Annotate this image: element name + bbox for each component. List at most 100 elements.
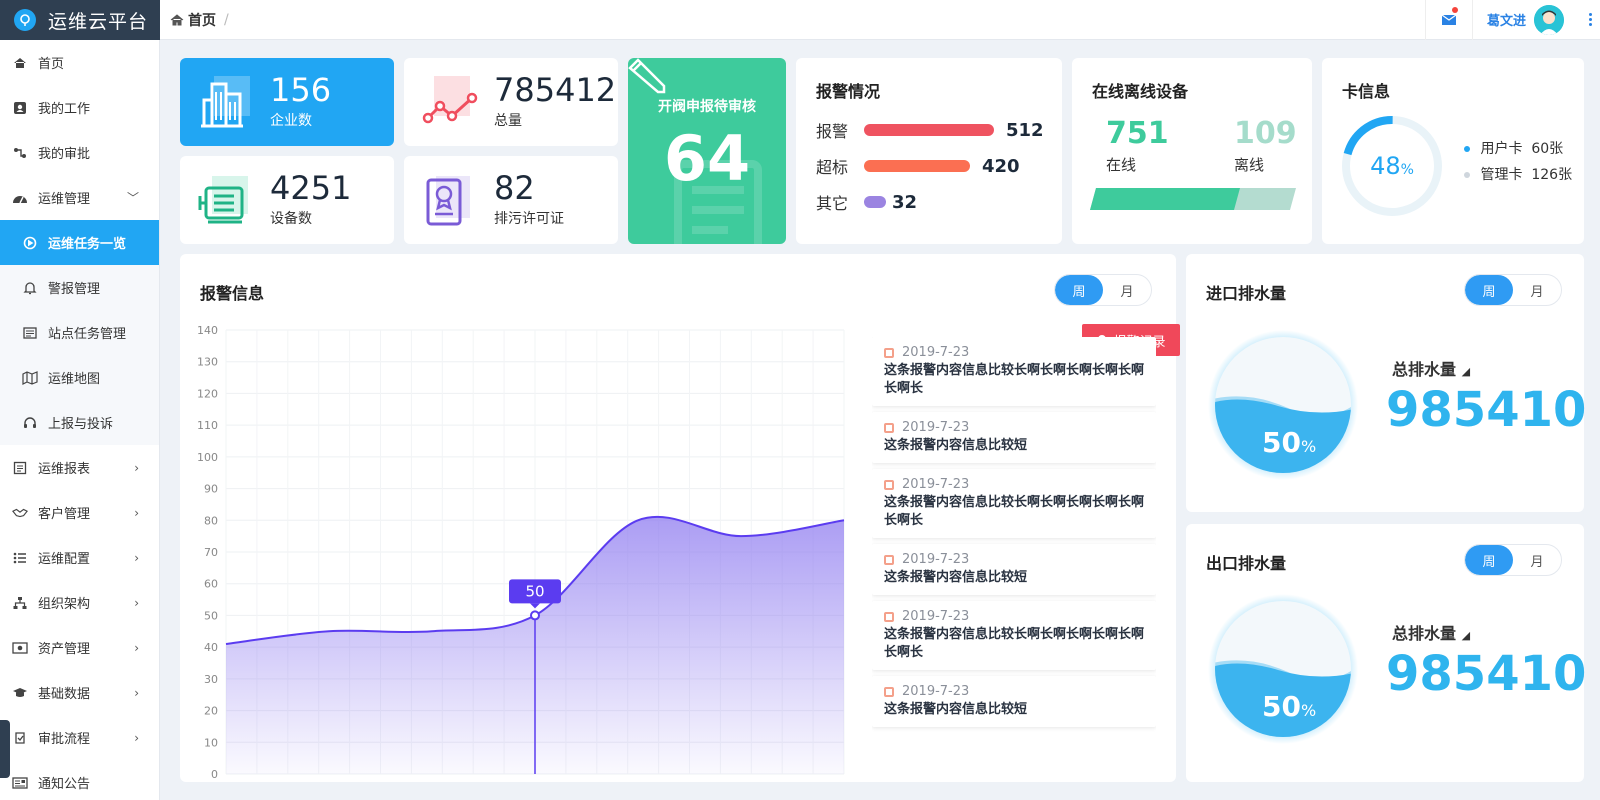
y-tick-label: 120 [197, 387, 218, 400]
y-tick-label: 10 [204, 736, 218, 749]
tab-week[interactable]: 周 [1055, 275, 1103, 305]
total-count-label: 总量 [494, 113, 522, 129]
online-device-title: 在线离线设备 [1092, 82, 1189, 101]
y-tick-label: 30 [204, 673, 218, 686]
document-watermark-icon [674, 160, 762, 244]
sidebar-item-ops-task-overview[interactable]: 运维任务一览 [0, 220, 159, 265]
sidebar-item-customer[interactable]: 客户管理 › [0, 490, 159, 535]
total-count-card[interactable]: 785412 总量 [404, 58, 618, 146]
tab-week[interactable]: 周 [1465, 275, 1513, 305]
headset-icon [22, 416, 38, 430]
list-item[interactable]: 2019-7-23 这条报警内容信息比较短 [872, 412, 1156, 463]
online-device-card: 在线离线设备 751 在线 109 离线 [1072, 58, 1312, 244]
app-title: 运维云平台 [48, 10, 149, 33]
alarm-status-row: 报警 512 [816, 119, 1044, 142]
list-item[interactable]: 2019-7-23 这条报警内容信息比较短 [872, 544, 1156, 595]
outlet-total-label: 总排水量 ◢ [1392, 624, 1471, 643]
y-tick-label: 90 [204, 483, 218, 496]
enterprise-count-card[interactable]: 156 企业数 [180, 58, 394, 146]
tab-month[interactable]: 月 [1103, 275, 1151, 305]
username[interactable]: 葛文进 [1487, 10, 1526, 29]
logo-icon [14, 9, 36, 31]
notification-dot [1451, 6, 1458, 13]
breadcrumb-separator: / [224, 11, 229, 28]
sidebar-item-site-task[interactable]: 站点任务管理 [0, 310, 159, 355]
list-item[interactable]: 2019-7-23 这条报警内容信息比较长啊长啊长啊长啊长啊长啊长 [872, 469, 1156, 538]
y-tick-label: 80 [204, 514, 218, 527]
sidebar-item-my-approval[interactable]: 我的审批 [0, 130, 159, 175]
more-menu-icon[interactable] [1580, 13, 1600, 26]
user-card-icon [12, 101, 28, 115]
device-count-card[interactable]: 4251 设备数 [180, 156, 394, 244]
config-list-icon [12, 551, 28, 565]
tab-month[interactable]: 月 [1513, 545, 1561, 575]
sidebar-item-ops-report[interactable]: 运维报表 › [0, 445, 159, 490]
calendar-icon [884, 611, 894, 622]
tab-week[interactable]: 周 [1465, 545, 1513, 575]
sidebar-item-report-complaint[interactable]: 上报与投诉 [0, 400, 159, 445]
map-icon [22, 370, 38, 385]
alarm-record-list[interactable]: 2019-7-23 这条报警内容信息比较长啊长啊长啊长啊长啊长啊长 2019-7… [872, 337, 1156, 761]
sidebar-item-approval-flow[interactable]: 审批流程 › [0, 715, 159, 760]
approval-icon [12, 731, 28, 745]
y-tick-label: 50 [204, 609, 218, 622]
list-item[interactable]: 2019-7-23 这条报警内容信息比较长啊长啊长啊长啊长啊长啊长 [872, 337, 1156, 406]
sidebar-item-ops-management[interactable]: 运维管理 ﹀ [0, 175, 159, 220]
y-tick-label: 70 [204, 546, 218, 559]
report-icon [12, 461, 28, 475]
device-count-label: 设备数 [270, 211, 312, 227]
list-item[interactable]: 2019-7-23 这条报警内容信息比较短 [872, 676, 1156, 727]
bell-icon [22, 281, 38, 295]
permit-count-card[interactable]: 82 排污许可证 [404, 156, 618, 244]
mortarboard-icon [12, 686, 28, 700]
alarm-info-title: 报警信息 [200, 284, 265, 303]
pending-review-card[interactable]: 开阀申报待审核 64 [628, 58, 786, 244]
chevron-right-icon: › [134, 550, 139, 565]
y-tick-label: 60 [204, 578, 218, 591]
breadcrumb-home[interactable]: 首页 [188, 10, 216, 30]
triangle-icon: ◢ [1461, 365, 1471, 378]
outlet-total-value: 985410 [1386, 646, 1587, 702]
handshake-icon [12, 506, 28, 520]
sidebar-item-home[interactable]: 首页 [0, 40, 159, 85]
alarm-status-title: 报警情况 [816, 82, 881, 101]
sidebar-item-notice[interactable]: 通知公告 [0, 760, 159, 800]
sidebar-item-base-data[interactable]: 基础数据 › [0, 670, 159, 715]
y-tick-label: 100 [197, 451, 218, 464]
card-ratio-text: 48% [1370, 152, 1414, 180]
online-ratio-bar [1090, 188, 1296, 210]
chevron-right-icon: › [134, 460, 139, 475]
sidebar-item-my-work[interactable]: 我的工作 [0, 85, 159, 130]
tooltip-pointer [530, 603, 540, 609]
sidebar-item-assets[interactable]: 资产管理 › [0, 625, 159, 670]
sidebar-item-ops-map[interactable]: 运维地图 [0, 355, 159, 400]
list-item[interactable]: 2019-7-23 这条报警内容信息比较长啊长啊长啊长啊长啊长啊长 [872, 601, 1156, 670]
online-label: 在线 [1106, 156, 1137, 174]
y-tick-label: 110 [197, 419, 218, 432]
inlet-water-card: 进口排水量 周 月 50% 总排水量 ◢ 985410 [1186, 254, 1586, 512]
flow-icon [12, 146, 28, 160]
app-logo[interactable]: 运维云平台 [0, 0, 160, 40]
alarm-status-row: 其它 32 [816, 191, 918, 214]
chevron-right-icon: › [134, 730, 139, 745]
mail-button[interactable] [1424, 0, 1473, 40]
y-tick-label: 40 [204, 641, 218, 654]
calendar-icon [884, 347, 894, 358]
chevron-right-icon: › [134, 595, 139, 610]
other-bar [864, 196, 886, 208]
tab-month[interactable]: 月 [1513, 275, 1561, 305]
avatar[interactable] [1534, 4, 1564, 35]
chevron-down-icon: ﹀ [126, 191, 139, 205]
admin-card-row: 管理卡 126张 [1464, 164, 1572, 184]
org-icon [12, 596, 28, 610]
permit-count-value: 82 [494, 169, 535, 207]
sidebar-item-ops-config[interactable]: 运维配置 › [0, 535, 159, 580]
y-tick-label: 20 [204, 705, 218, 718]
inlet-percent: 50% [1262, 426, 1317, 459]
calendar-icon [884, 479, 894, 490]
sidebar-item-alarm-management[interactable]: 警报管理 [0, 265, 159, 310]
scrollbar-handle[interactable] [0, 720, 10, 778]
sidebar-item-org[interactable]: 组织架构 › [0, 580, 159, 625]
outlet-period-toggle: 周 月 [1464, 544, 1562, 576]
calendar-icon [884, 554, 894, 565]
